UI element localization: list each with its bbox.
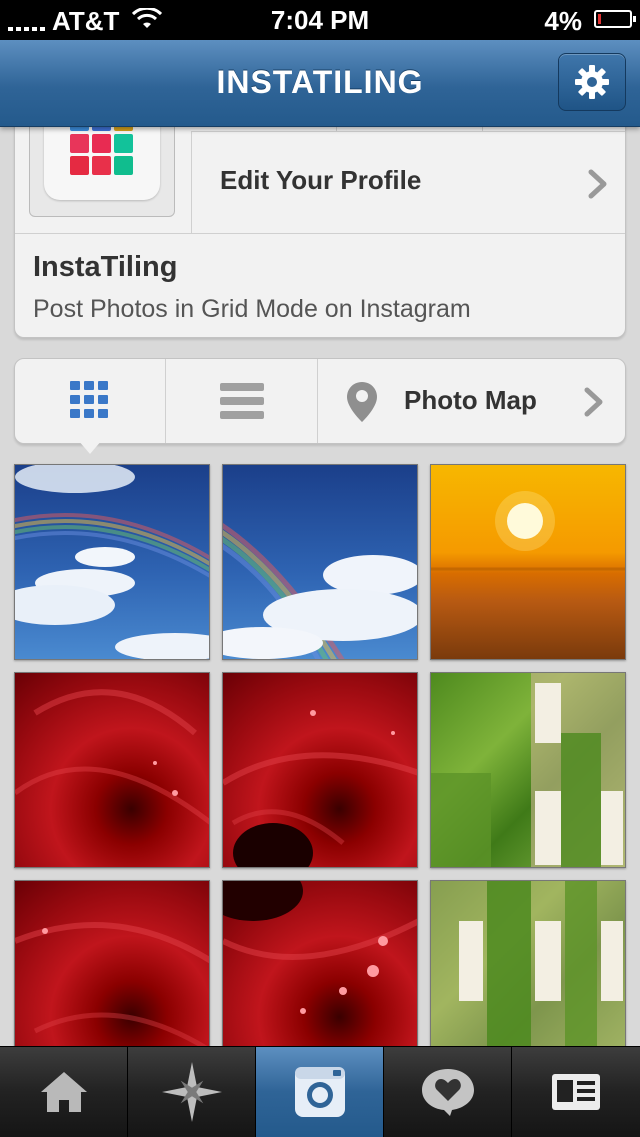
photo-tile-rose[interactable] (14, 672, 210, 868)
photo-tile-sky-rainbow-left[interactable] (14, 464, 210, 660)
battery-percent: 4% (544, 6, 582, 36)
battery-icon (594, 10, 636, 28)
map-pin-icon (347, 382, 377, 422)
profile-bio: Post Photos in Grid Mode on Instagram (33, 295, 471, 323)
photo-tile-ivy-building[interactable] (430, 672, 626, 868)
gear-icon (575, 65, 609, 99)
home-icon (40, 1072, 87, 1112)
nav-bar: INSTATILING (0, 40, 640, 127)
logo-tile (92, 156, 111, 175)
selected-view-pointer (78, 440, 102, 454)
tab-bar (0, 1046, 640, 1137)
view-toggle-bar: Photo Map (14, 358, 626, 444)
heart-bubble-icon (421, 1069, 474, 1116)
grid-icon (70, 381, 108, 418)
grid-view-button[interactable] (15, 359, 165, 443)
profile-card: photos followers following Edit Your Pro… (14, 100, 626, 338)
tab-camera[interactable] (256, 1047, 384, 1137)
logo-tile (70, 156, 89, 175)
photo-tile-rose[interactable] (222, 672, 418, 868)
tab-explore[interactable] (128, 1047, 256, 1137)
tab-home[interactable] (0, 1047, 128, 1137)
page-title: INSTATILING (216, 64, 424, 100)
photo-tile-sunset[interactable] (430, 464, 626, 660)
photo-tile-sky-rainbow-right[interactable] (222, 464, 418, 660)
chevron-right-icon (584, 387, 603, 417)
divider (15, 233, 625, 234)
list-icon (220, 383, 264, 419)
photo-map-label: Photo Map (404, 385, 537, 415)
explore-star-icon (161, 1062, 222, 1122)
profile-name: InstaTiling (33, 251, 178, 283)
profile-card-icon (552, 1074, 600, 1110)
list-view-button[interactable] (166, 359, 317, 443)
edit-profile-button[interactable]: Edit Your Profile (191, 131, 625, 233)
camera-icon (294, 1067, 345, 1117)
logo-tile (114, 134, 133, 153)
logo-tile (70, 134, 89, 153)
tab-profile[interactable] (512, 1047, 640, 1137)
logo-tile (92, 134, 111, 153)
status-bar: AT&T 7:04 PM 4% (0, 0, 640, 40)
settings-button[interactable] (558, 53, 626, 111)
tab-activity[interactable] (384, 1047, 512, 1137)
photo-map-button[interactable]: Photo Map (318, 359, 625, 443)
edit-profile-label: Edit Your Profile (220, 165, 422, 195)
chevron-right-icon (588, 169, 607, 199)
logo-tile (114, 156, 133, 175)
